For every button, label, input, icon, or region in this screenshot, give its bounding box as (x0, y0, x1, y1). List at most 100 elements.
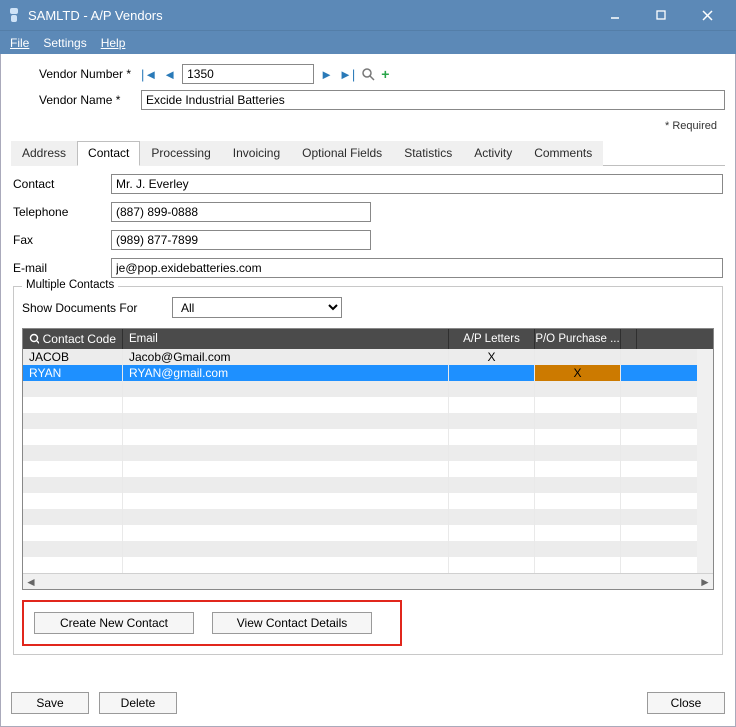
cell-po (535, 493, 621, 509)
show-documents-select[interactable]: All (172, 297, 342, 318)
tab-address[interactable]: Address (11, 141, 77, 166)
table-row[interactable] (23, 525, 697, 541)
table-row[interactable] (23, 397, 697, 413)
window-title: SAMLTD - A/P Vendors (28, 8, 592, 23)
grid-horizontal-scrollbar[interactable]: ◄ ► (23, 573, 713, 589)
vendor-number-input[interactable] (182, 64, 314, 84)
menu-file[interactable]: File (10, 36, 29, 50)
telephone-input[interactable] (111, 202, 371, 222)
tab-strip: Address Contact Processing Invoicing Opt… (11, 140, 725, 166)
vendor-number-row: Vendor Number * |◄ ◄ ► ►| + (11, 64, 725, 84)
col-po-purchase[interactable]: P/O Purchase ... (535, 329, 621, 349)
grid-header-scroll-spacer (621, 329, 637, 349)
close-page-button[interactable]: Close (647, 692, 725, 714)
col-ap-letters[interactable]: A/P Letters (449, 329, 535, 349)
cell-email (123, 525, 449, 541)
menu-help[interactable]: Help (101, 36, 126, 50)
cell-ap (449, 525, 535, 541)
table-row[interactable] (23, 477, 697, 493)
col-email[interactable]: Email (123, 329, 449, 349)
cell-email (123, 557, 449, 573)
col-contact-code[interactable]: Contact Code (23, 329, 123, 349)
tab-invoicing[interactable]: Invoicing (222, 141, 291, 166)
contact-buttons-highlight: Create New Contact View Contact Details (22, 600, 402, 646)
cell-po (535, 349, 621, 365)
cell-ap (449, 429, 535, 445)
contact-name-input[interactable] (111, 174, 723, 194)
cell-po (535, 381, 621, 397)
table-row[interactable] (23, 493, 697, 509)
cell-email: Jacob@Gmail.com (123, 349, 449, 365)
finder-icon[interactable] (361, 67, 375, 81)
cell-email (123, 413, 449, 429)
table-row[interactable] (23, 429, 697, 445)
grid-vertical-scrollbar[interactable] (697, 349, 713, 573)
table-row[interactable]: RYANRYAN@gmail.comX (23, 365, 697, 381)
cell-ap: X (449, 349, 535, 365)
contact-label: Contact (13, 177, 111, 191)
table-row[interactable] (23, 413, 697, 429)
new-record-icon[interactable]: + (381, 66, 389, 82)
cell-code (23, 445, 123, 461)
cell-ap (449, 493, 535, 509)
cell-email (123, 541, 449, 557)
tab-statistics[interactable]: Statistics (393, 141, 463, 166)
tab-processing[interactable]: Processing (140, 141, 221, 166)
close-button[interactable] (684, 0, 730, 30)
cell-email (123, 429, 449, 445)
cell-ap (449, 557, 535, 573)
cell-po (535, 461, 621, 477)
title-bar: SAMLTD - A/P Vendors (0, 0, 736, 30)
tab-optional-fields[interactable]: Optional Fields (291, 141, 393, 166)
create-new-contact-button[interactable]: Create New Contact (34, 612, 194, 634)
cell-po (535, 477, 621, 493)
cell-email (123, 461, 449, 477)
menu-bar: File Settings Help (0, 30, 736, 54)
delete-button[interactable]: Delete (99, 692, 177, 714)
view-contact-details-button[interactable]: View Contact Details (212, 612, 372, 634)
cell-code (23, 397, 123, 413)
vendor-name-input[interactable] (141, 90, 725, 110)
tab-contact[interactable]: Contact (77, 141, 140, 166)
contact-pane: Contact Telephone Fax E-mail Multiple Co… (11, 166, 725, 657)
table-row[interactable] (23, 541, 697, 557)
nav-next-icon[interactable]: ► (320, 67, 333, 82)
table-row[interactable]: JACOBJacob@Gmail.comX (23, 349, 697, 365)
cell-code: RYAN (23, 365, 123, 381)
cell-code (23, 381, 123, 397)
multiple-contacts-group: Multiple Contacts Show Documents For All… (13, 286, 723, 655)
cell-ap (449, 381, 535, 397)
cell-code (23, 557, 123, 573)
cell-email (123, 381, 449, 397)
table-row[interactable] (23, 461, 697, 477)
tab-comments[interactable]: Comments (523, 141, 603, 166)
cell-email (123, 509, 449, 525)
tab-activity[interactable]: Activity (463, 141, 523, 166)
grid-body[interactable]: JACOBJacob@Gmail.comXRYANRYAN@gmail.comX (23, 349, 697, 573)
cell-ap (449, 397, 535, 413)
minimize-button[interactable] (592, 0, 638, 30)
required-note: * Required (11, 120, 717, 132)
cell-ap (449, 461, 535, 477)
maximize-button[interactable] (638, 0, 684, 30)
cell-po (535, 413, 621, 429)
scroll-left-icon[interactable]: ◄ (23, 574, 39, 590)
nav-first-icon[interactable]: |◄ (141, 67, 157, 82)
table-row[interactable] (23, 509, 697, 525)
nav-prev-icon[interactable]: ◄ (163, 67, 176, 82)
window-controls (592, 0, 730, 30)
save-button[interactable]: Save (11, 692, 89, 714)
table-row[interactable] (23, 445, 697, 461)
fax-input[interactable] (111, 230, 371, 250)
vendor-name-row: Vendor Name * (11, 90, 725, 110)
table-row[interactable] (23, 381, 697, 397)
scroll-right-icon[interactable]: ► (697, 574, 713, 590)
telephone-label: Telephone (13, 205, 111, 219)
show-documents-label: Show Documents For (22, 301, 172, 315)
cell-ap (449, 445, 535, 461)
nav-last-icon[interactable]: ►| (339, 67, 355, 82)
menu-settings[interactable]: Settings (43, 36, 86, 50)
email-input[interactable] (111, 258, 723, 278)
app-window: SAMLTD - A/P Vendors File Settings Help … (0, 0, 736, 727)
table-row[interactable] (23, 557, 697, 573)
